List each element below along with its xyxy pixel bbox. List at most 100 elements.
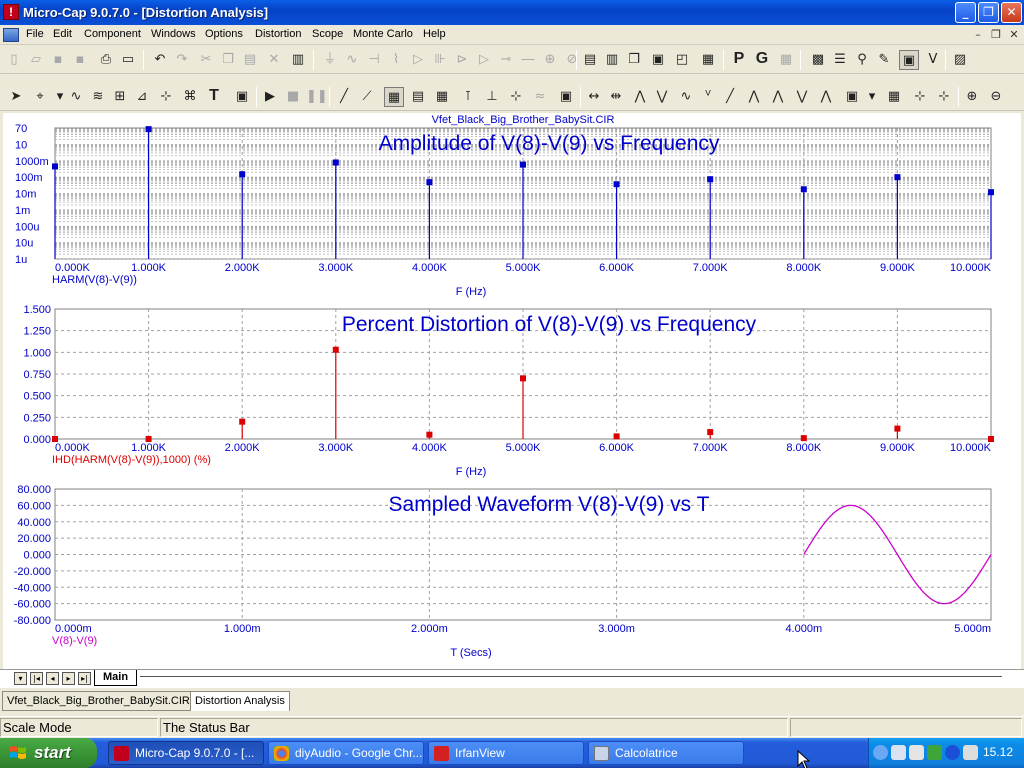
task-calculator[interactable]: Calcolatrice: [588, 741, 744, 765]
component-library-icon[interactable]: ▨: [950, 50, 970, 70]
cut-icon[interactable]: ✂: [196, 50, 216, 70]
wire-component-icon[interactable]: ―: [518, 50, 538, 70]
run-icon[interactable]: ▶: [260, 87, 280, 107]
menu-scope[interactable]: Scope: [312, 28, 343, 40]
tile-vertical-icon[interactable]: ▥: [602, 50, 622, 70]
diode-component-icon[interactable]: ▷: [408, 50, 428, 70]
title-bar[interactable]: ! Micro-Cap 9.0.7.0 - [Distortion Analys…: [0, 0, 1024, 25]
paste-icon[interactable]: ▤: [240, 50, 260, 70]
grid-fine-icon[interactable]: ▦: [384, 87, 404, 107]
security-icon[interactable]: [963, 745, 978, 760]
graph-scale-icon[interactable]: ⊿: [132, 87, 152, 107]
plot-window[interactable]: Vfet_Black_Big_Brother_BabySit.CIR 70 10 10…: [0, 113, 1024, 669]
print-preview-icon[interactable]: ▭: [118, 50, 138, 70]
table-icon[interactable]: ▦: [776, 50, 796, 70]
performance-icon[interactable]: ▣: [556, 87, 576, 107]
horizontal-scrollbar[interactable]: [140, 676, 1002, 677]
doctab-distortion-analysis[interactable]: Distortion Analysis: [190, 691, 290, 711]
tray-expand-icon[interactable]: [873, 745, 888, 760]
graph-double-icon[interactable]: ≋: [88, 87, 108, 107]
bluetooth-icon[interactable]: [945, 745, 960, 760]
resistor-component-icon[interactable]: ∿: [342, 50, 362, 70]
slope-icon[interactable]: ╱: [720, 87, 740, 107]
grid-minor-icon[interactable]: ▤: [408, 87, 428, 107]
save-icon[interactable]: ▪: [48, 50, 68, 70]
next-simulation-icon[interactable]: ⇹: [606, 87, 626, 107]
tokens-icon[interactable]: ▦: [884, 87, 904, 107]
vd-display-icon[interactable]: V: [923, 50, 943, 70]
cursor-tool-icon[interactable]: ⊹: [506, 87, 526, 107]
graph-line-icon[interactable]: ∿: [66, 87, 86, 107]
xy-auto-icon[interactable]: ⊹: [934, 87, 954, 107]
doctab-circuit[interactable]: Vfet_Black_Big_Brother_BabySit.CIR: [2, 691, 195, 711]
low-icon[interactable]: ⱽ: [698, 87, 718, 107]
text-tool-icon[interactable]: T: [204, 87, 224, 107]
inflection-icon[interactable]: ⋀: [744, 87, 764, 107]
peak-tool-icon[interactable]: ⊺: [458, 87, 478, 107]
new-file-icon[interactable]: ▯: [4, 50, 24, 70]
capacitor-component-icon[interactable]: ⊣: [364, 50, 384, 70]
minimize-button[interactable]: _: [955, 2, 976, 23]
tab-menu-button[interactable]: ▾: [14, 672, 27, 685]
opamp-component-icon[interactable]: ▷: [474, 50, 494, 70]
zoom-in-icon[interactable]: ⊕: [962, 87, 982, 107]
child-minimize-button[interactable]: –: [970, 28, 986, 42]
global-low-icon[interactable]: ⋁: [792, 87, 812, 107]
peak-icon[interactable]: ⋀: [630, 87, 650, 107]
npn-component-icon[interactable]: ⊳: [452, 50, 472, 70]
probe-icon[interactable]: ⚲: [852, 50, 872, 70]
fc-tag-icon[interactable]: ⌘: [180, 87, 200, 107]
battery-component-icon[interactable]: ⊪: [430, 50, 450, 70]
copy-icon[interactable]: ❐: [218, 50, 238, 70]
menu-file[interactable]: File: [26, 28, 44, 40]
ground-component-icon[interactable]: ⏚: [320, 50, 340, 70]
undo-icon[interactable]: ↶: [150, 50, 170, 70]
maximize-button[interactable]: ❐: [978, 2, 999, 23]
start-button[interactable]: start: [0, 738, 97, 768]
pencil-icon[interactable]: ✎: [874, 50, 894, 70]
menu-distortion[interactable]: Distortion: [255, 28, 301, 40]
global-high-icon[interactable]: ⋀: [768, 87, 788, 107]
print-icon[interactable]: ⎙: [96, 50, 116, 70]
analysis-plots[interactable]: Vfet_Black_Big_Brother_BabySit.CIR 70 10 10…: [3, 113, 1021, 669]
sine-source-icon[interactable]: ⊘: [562, 50, 582, 70]
p-key-icon[interactable]: P: [729, 50, 749, 70]
close-button[interactable]: ✕: [1001, 2, 1022, 23]
graph-box-icon[interactable]: ⊞: [110, 87, 130, 107]
menu-windows[interactable]: Windows: [151, 28, 196, 40]
high-icon[interactable]: ∿: [676, 87, 696, 107]
grid-major-icon[interactable]: ▦: [432, 87, 452, 107]
printer-icon[interactable]: [909, 745, 924, 760]
task-irfanview[interactable]: IrfanView: [428, 741, 584, 765]
valley-tool-icon[interactable]: ⊥: [482, 87, 502, 107]
zoom-out-icon[interactable]: ⊖: [986, 87, 1006, 107]
cascade-icon[interactable]: ❐: [624, 50, 644, 70]
child-restore-button[interactable]: ❐: [988, 28, 1004, 42]
line-draw-icon[interactable]: ╱: [334, 87, 354, 107]
micro-cap-app-icon[interactable]: !: [3, 4, 19, 20]
point-tag-icon[interactable]: ⊹: [156, 87, 176, 107]
jfet-component-icon[interactable]: ⊕: [540, 50, 560, 70]
wave-tool-icon[interactable]: ≈: [530, 87, 550, 107]
last-tab-button[interactable]: ▸|: [78, 672, 91, 685]
first-tab-button[interactable]: |◂: [30, 672, 43, 685]
list-icon[interactable]: ☰: [830, 50, 850, 70]
line-point-icon[interactable]: ⟋: [357, 87, 377, 107]
menu-help[interactable]: Help: [423, 28, 446, 40]
menu-edit[interactable]: Edit: [53, 28, 72, 40]
grid-text-icon[interactable]: ▩: [808, 50, 828, 70]
child-window-icon[interactable]: [3, 28, 19, 42]
task-micro-cap[interactable]: Micro-Cap 9.0.7.0 - [...: [108, 741, 264, 765]
tile-horizontal-icon[interactable]: ▤: [580, 50, 600, 70]
next-tab-button[interactable]: ▸: [62, 672, 75, 685]
scale-mode-icon[interactable]: ⌖: [30, 87, 50, 107]
select-arrow-icon[interactable]: ➤: [6, 87, 26, 107]
open-file-icon[interactable]: ▱: [26, 50, 46, 70]
stop-icon[interactable]: ■: [283, 87, 303, 107]
pause-icon[interactable]: ❚❚: [306, 87, 328, 107]
next-point-icon[interactable]: ↔: [584, 87, 604, 107]
network-icon[interactable]: [891, 745, 906, 760]
xy-scale-icon[interactable]: ⊹: [910, 87, 930, 107]
menu-options[interactable]: Options: [205, 28, 243, 40]
properties-icon[interactable]: ▣: [232, 87, 252, 107]
